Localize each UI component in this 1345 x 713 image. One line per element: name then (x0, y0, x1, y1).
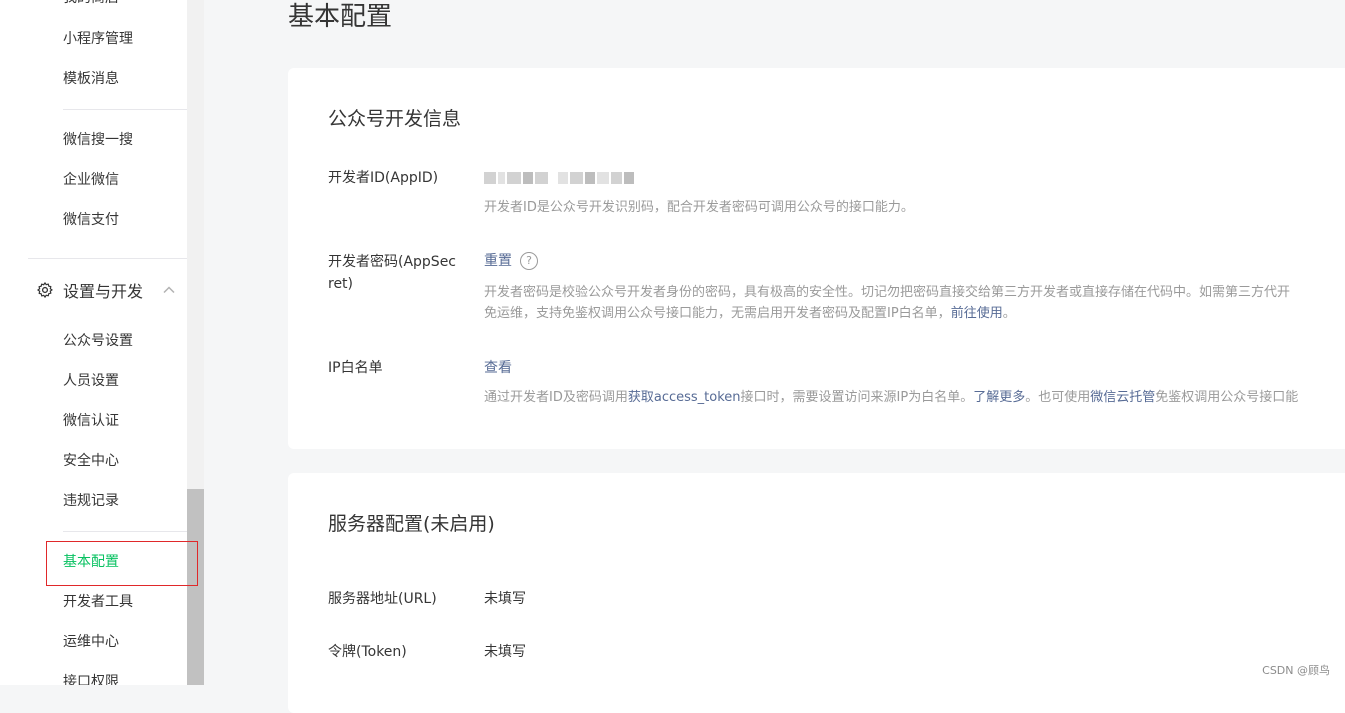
sidebar-item-verification[interactable]: 微信认证 (63, 411, 119, 431)
secret-desc-text: 免运维，支持免鉴权调用公众号接口能力，无需启用开发者密码及配置IP白名单， (484, 306, 951, 321)
gear-icon (37, 282, 53, 298)
sidebar-divider (63, 109, 187, 110)
sidebar-item-ops-center[interactable]: 运维中心 (63, 632, 119, 652)
ip-description: 通过开发者ID及密码调用获取access_token接口时，需要设置访问来源IP… (484, 387, 1298, 408)
appid-description: 开发者ID是公众号开发识别码，配合开发者密码可调用公众号的接口能力。 (484, 200, 914, 215)
token-value: 未填写 (484, 644, 526, 660)
view-ip-link[interactable]: 查看 (484, 358, 512, 378)
watermark: CSDN @顾鸟 (1262, 664, 1330, 677)
secret-label: 开发者密码(AppSec ret) (328, 251, 460, 295)
sidebar-divider (63, 531, 187, 532)
sidebar-item-member-settings[interactable]: 人员设置 (63, 371, 119, 391)
sidebar-item-miniprogram[interactable]: 小程序管理 (63, 29, 133, 49)
dev-info-card: 公众号开发信息 开发者ID(AppID) 开发者ID是公众号开发识别码，配合开发… (288, 68, 1345, 449)
sidebar-item-api-permissions[interactable]: 接口权限 (63, 672, 119, 685)
learn-more-link[interactable]: 了解更多 (973, 390, 1025, 405)
sidebar-item-work-wechat[interactable]: 企业微信 (63, 170, 119, 190)
secret-actions: 重置? (484, 251, 538, 271)
server-config-card: 服务器配置(未启用) 服务器地址(URL) 未填写 令牌(Token) 未填写 (288, 473, 1345, 713)
ip-desc-text-b: 接口时，需要设置访问来源IP为白名单。 (740, 390, 974, 405)
server-url-label: 服务器地址(URL) (328, 591, 437, 607)
secret-desc-period: 。 (1002, 306, 1016, 321)
secret-description-line1: 开发者密码是校验公众号开发者身份的密码，具有极高的安全性。切记勿把密码直接交给第… (484, 285, 1291, 300)
appid-masked-value (484, 172, 635, 184)
sidebar-item-account-settings[interactable]: 公众号设置 (63, 331, 133, 351)
page-title: 基本配置 (288, 2, 393, 32)
ip-whitelist-label: IP白名单 (328, 360, 383, 376)
sidebar-divider (28, 258, 187, 259)
token-label: 令牌(Token) (328, 644, 407, 660)
ip-desc-text-d: 免鉴权调用公众号接口能 (1155, 390, 1299, 405)
help-icon[interactable]: ? (520, 252, 538, 270)
card-title: 公众号开发信息 (328, 108, 462, 130)
annotation-highlight-box (46, 541, 198, 586)
card-title: 服务器配置(未启用) (328, 513, 495, 535)
secret-label-line2: ret) (328, 276, 354, 292)
sidebar-item-dev-tools[interactable]: 开发者工具 (63, 592, 133, 612)
secret-description-line2: 免运维，支持免鉴权调用公众号接口能力，无需启用开发者密码及配置IP白名单，前往使… (484, 303, 1016, 324)
sidebar-item-store[interactable]: 我的商店 (63, 0, 119, 8)
scrollbar-thumb[interactable] (187, 489, 204, 685)
sidebar-group-settings-dev[interactable]: 设置与开发 (36, 278, 186, 302)
reset-secret-link[interactable]: 重置 (484, 253, 512, 269)
access-token-link[interactable]: 获取access_token (628, 390, 741, 405)
go-use-link[interactable]: 前往使用 (951, 306, 1003, 321)
ip-desc-text-c: 。也可使用 (1025, 390, 1091, 405)
sidebar-group-label: 设置与开发 (63, 282, 144, 301)
sidebar-item-violations[interactable]: 违规记录 (63, 491, 119, 511)
view-ip-link-text[interactable]: 查看 (484, 360, 512, 376)
server-url-value: 未填写 (484, 591, 526, 607)
ip-desc-text-a: 通过开发者ID及密码调用 (484, 390, 628, 405)
sidebar-item-wechat-search[interactable]: 微信搜一搜 (63, 130, 133, 150)
sidebar-item-template-msg[interactable]: 模板消息 (63, 69, 119, 89)
secret-label-line1: 开发者密码(AppSec (328, 254, 457, 270)
wechat-cloud-hosting-link[interactable]: 微信云托管 (1090, 390, 1155, 405)
appid-label: 开发者ID(AppID) (328, 170, 439, 186)
sidebar-item-security[interactable]: 安全中心 (63, 451, 119, 471)
sidebar-item-wechat-pay[interactable]: 微信支付 (63, 210, 119, 230)
chevron-up-icon[interactable] (162, 283, 176, 297)
